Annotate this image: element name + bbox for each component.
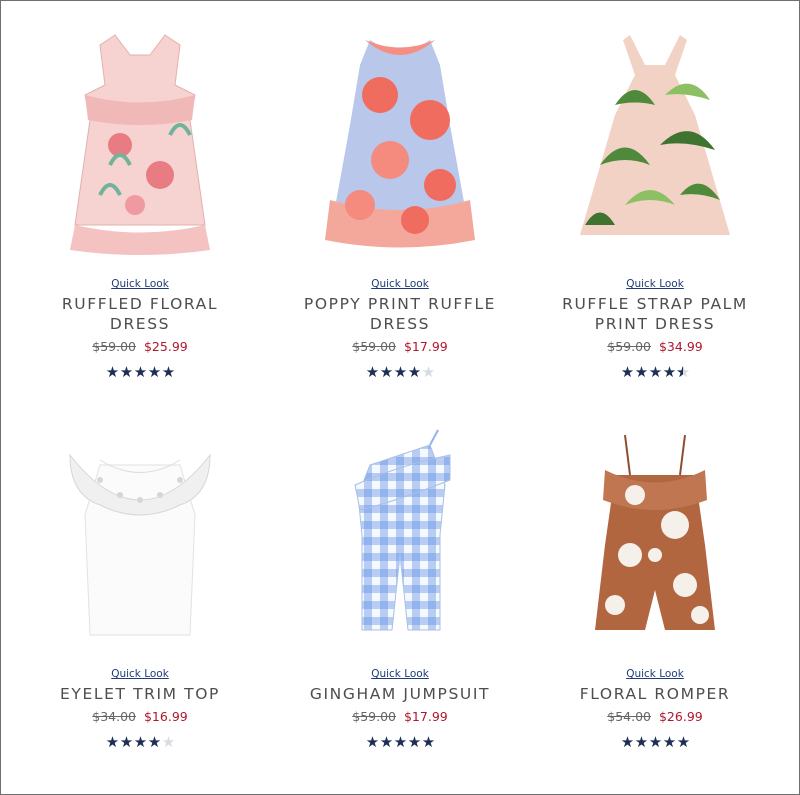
product-name[interactable]: POPPY PRINT RUFFLE DRESS [275, 294, 525, 334]
product-name-line[interactable]: RUFFLE STRAP PALM [530, 294, 780, 314]
star-icon: ★ [147, 363, 161, 381]
sale-price: $34.99 [658, 339, 703, 354]
dress-illustration [325, 40, 475, 248]
product-name[interactable]: FLORAL ROMPER [530, 684, 780, 704]
sale-price: $25.99 [143, 339, 188, 354]
star-icon: ★ [119, 363, 133, 381]
star-icon: ★ [393, 733, 407, 751]
original-price: $59.00 [607, 339, 651, 354]
star-icon: ★ ★ [676, 363, 690, 381]
dress-illustration [580, 35, 730, 235]
product-name-line[interactable]: DRESS [275, 314, 525, 334]
sale-price: $16.99 [143, 709, 188, 724]
sale-price: $17.99 [403, 709, 448, 724]
star-icon: ★ [634, 733, 648, 751]
product-name[interactable]: EYELET TRIM TOP [15, 684, 265, 704]
star-icon: ★ [421, 733, 435, 751]
star-icon: ★ [105, 363, 119, 381]
star-icon: ★ [133, 363, 147, 381]
star-icon: ★ [365, 363, 379, 381]
star-rating[interactable]: ★ ★ ★ ★ ★ [530, 733, 780, 751]
quick-look-link[interactable]: Quick Look [275, 668, 525, 680]
original-price: $54.00 [607, 709, 651, 724]
quick-look-link[interactable]: Quick Look [15, 278, 265, 290]
quick-look-link[interactable]: Quick Look [15, 668, 265, 680]
poppy-print-dress-image[interactable] [300, 25, 500, 255]
sale-price: $26.99 [658, 709, 703, 724]
romper-illustration [595, 434, 715, 630]
price: $54.00 $26.99 [530, 709, 780, 724]
product-name-line[interactable]: PRINT DRESS [530, 314, 780, 334]
star-icon: ★ [133, 733, 147, 751]
sale-price: $17.99 [403, 339, 448, 354]
star-icon: ★ [648, 363, 662, 381]
dress-illustration [70, 34, 210, 255]
star-icon: ★ [365, 733, 379, 751]
original-price: $59.00 [352, 709, 396, 724]
star-icon: ★ [421, 363, 435, 381]
product-name-line[interactable]: FLORAL ROMPER [530, 684, 780, 704]
star-icon: ★ [662, 363, 676, 381]
price: $59.00 $17.99 [275, 709, 525, 724]
eyelet-trim-top-image[interactable] [40, 425, 240, 655]
floral-romper-image[interactable] [555, 425, 755, 655]
price: $34.00 $16.99 [15, 709, 265, 724]
star-icon: ★ [105, 733, 119, 751]
product-name[interactable]: RUFFLE STRAP PALM PRINT DRESS [530, 294, 780, 334]
star-icon: ★ [393, 363, 407, 381]
star-icon: ★ [119, 733, 133, 751]
product-name[interactable]: GINGHAM JUMPSUIT [275, 684, 525, 704]
ruffled-floral-dress-image[interactable] [40, 25, 240, 255]
star-icon: ★ [407, 733, 421, 751]
star-rating[interactable]: ★ ★ ★ ★ ★ [275, 733, 525, 751]
half-star-fill: ★ [676, 363, 683, 381]
product-name[interactable]: RUFFLED FLORAL DRESS [15, 294, 265, 334]
original-price: $59.00 [352, 339, 396, 354]
quick-look-link[interactable]: Quick Look [530, 668, 780, 680]
star-icon: ★ [634, 363, 648, 381]
star-icon: ★ [676, 733, 690, 751]
price: $59.00 $34.99 [530, 339, 780, 354]
product-grid: Quick Look RUFFLED FLORAL DRESS $59.00 $… [0, 0, 800, 795]
gingham-jumpsuit-image[interactable] [300, 425, 500, 655]
quick-look-link[interactable]: Quick Look [275, 278, 525, 290]
product-name-line[interactable]: POPPY PRINT RUFFLE [275, 294, 525, 314]
star-icon: ★ [620, 733, 634, 751]
product-name-line[interactable]: RUFFLED FLORAL [15, 294, 265, 314]
product-name-line[interactable]: EYELET TRIM TOP [15, 684, 265, 704]
star-icon: ★ [161, 363, 175, 381]
product-name-line[interactable]: GINGHAM JUMPSUIT [275, 684, 525, 704]
star-rating[interactable]: ★ ★ ★ ★ ★ [15, 363, 265, 381]
star-icon: ★ [379, 363, 393, 381]
product-name-line[interactable]: DRESS [15, 314, 265, 334]
original-price: $34.00 [92, 709, 136, 724]
star-icon: ★ [147, 733, 161, 751]
star-icon: ★ [648, 733, 662, 751]
star-rating[interactable]: ★ ★ ★ ★ ★ ★ [530, 363, 780, 381]
star-icon: ★ [407, 363, 421, 381]
palm-print-dress-image[interactable] [555, 25, 755, 255]
star-icon: ★ [379, 733, 393, 751]
star-icon: ★ [620, 363, 634, 381]
star-icon: ★ [662, 733, 676, 751]
price: $59.00 $25.99 [15, 339, 265, 354]
star-rating[interactable]: ★ ★ ★ ★ ★ [275, 363, 525, 381]
quick-look-link[interactable]: Quick Look [530, 278, 780, 290]
jumpsuit-illustration [354, 429, 451, 631]
top-illustration [69, 453, 211, 636]
star-rating[interactable]: ★ ★ ★ ★ ★ [15, 733, 265, 751]
original-price: $59.00 [92, 339, 136, 354]
star-icon: ★ [161, 733, 175, 751]
price: $59.00 $17.99 [275, 339, 525, 354]
